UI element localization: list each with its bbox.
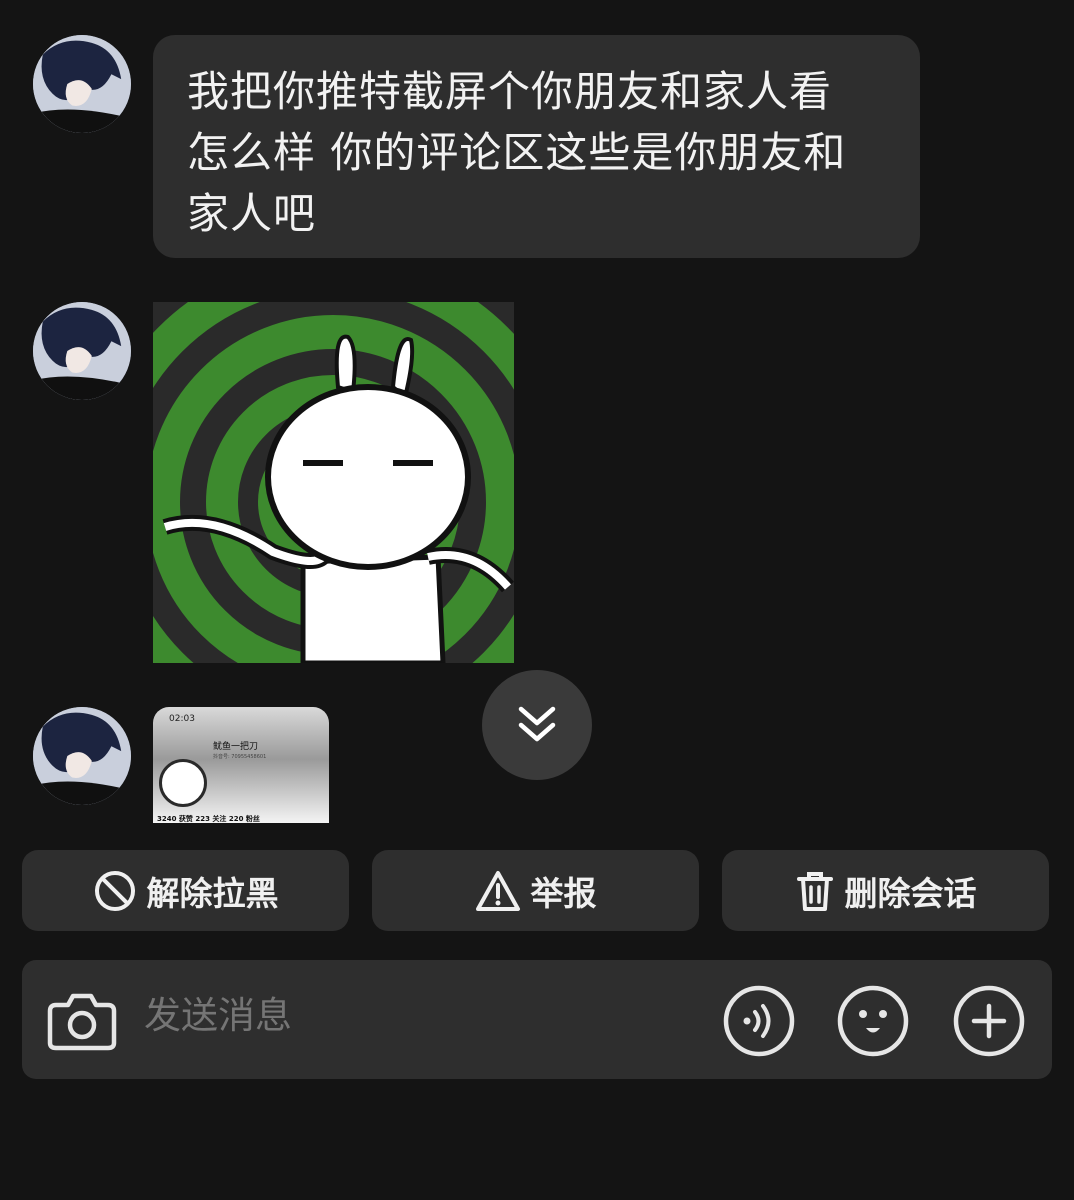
unblock-label: 解除拉黑 [146,873,279,913]
block-icon [94,870,135,911]
message-line: 家人吧 [187,189,317,238]
message-line: 怎么样 你的评论区这些是你朋友和 [187,128,847,177]
screenshot-time: 02:03 [169,714,195,724]
screenshot-id: 抖音号: 70955458601 [213,754,267,760]
delete-conversation-button[interactable]: 删除会话 [722,850,1049,931]
delete-conversation-label: 删除会话 [844,873,977,913]
sender-avatar[interactable] [33,35,131,133]
scroll-to-bottom-button[interactable] [482,670,592,780]
voice-message-icon[interactable] [722,984,796,1058]
report-button[interactable]: 举报 [372,850,699,931]
screenshot-preview[interactable]: 02:03 鱿鱼一把刀 抖音号: 70955458601 3240 获赞 223… [153,707,329,823]
message-input[interactable] [144,994,704,1037]
double-chevron-down-icon [518,706,556,742]
message-composer [22,960,1052,1079]
report-label: 举报 [530,873,597,913]
message-bubble[interactable]: 我把你推特截屏个你朋友和家人看 怎么样 你的评论区这些是你朋友和 家人吧 [153,35,920,258]
camera-icon[interactable] [46,985,118,1055]
screenshot-profile-avatar [159,759,207,807]
screenshot-handle: 鱿鱼一把刀 [213,742,259,752]
sender-avatar[interactable] [33,707,131,805]
unblock-button[interactable]: 解除拉黑 [22,850,349,931]
tuzki-sticker[interactable] [153,302,514,663]
plus-icon[interactable] [952,984,1026,1058]
warning-icon [475,870,520,911]
sender-avatar[interactable] [33,302,131,400]
message-line: 我把你推特截屏个你朋友和家人看 [187,67,833,116]
trash-icon [796,871,833,911]
emoji-icon[interactable] [836,984,910,1058]
screenshot-stats: 3240 获赞 223 关注 220 粉丝 [157,815,260,823]
